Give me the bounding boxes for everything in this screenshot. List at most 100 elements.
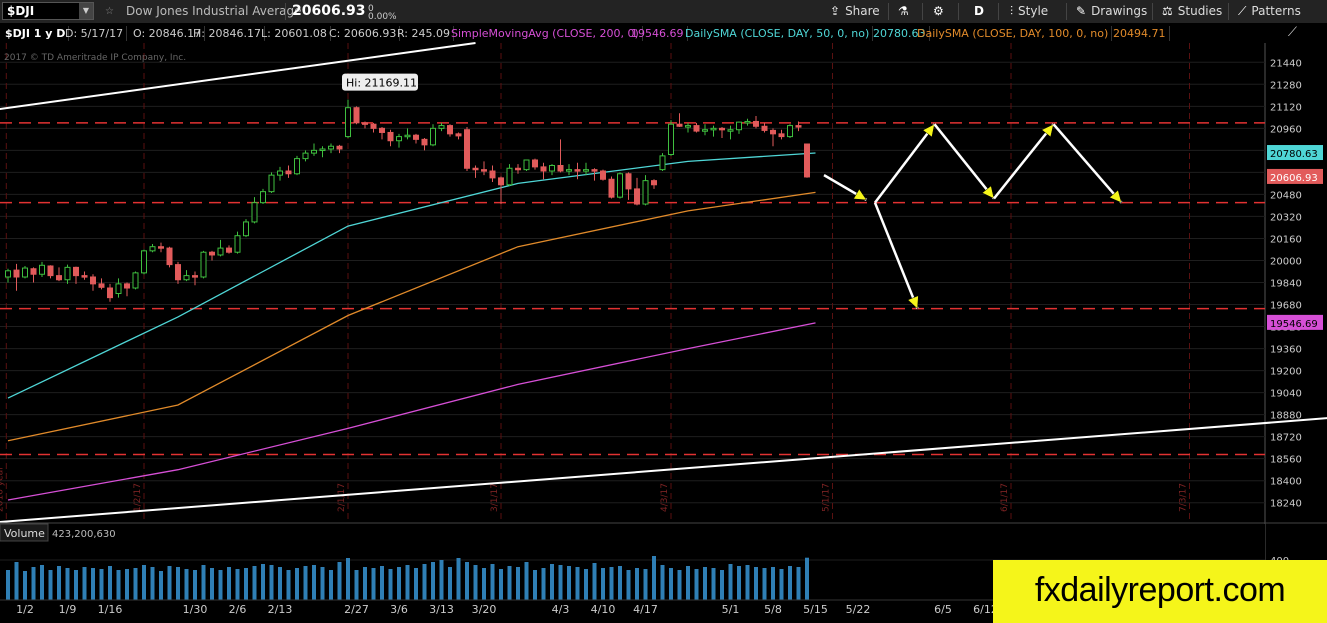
candle-body [192,275,198,278]
candle-body [39,264,45,275]
candle-body [761,125,768,131]
volume-bar [720,570,724,600]
volume-bar [65,568,70,600]
date-tick-label: 2/13 [268,603,293,616]
month-label: 3/1/17 [490,483,500,512]
price-tick-label: 18400 [1270,477,1302,488]
candle-body [744,120,751,124]
candle-body [608,178,615,198]
volume-bar [337,562,342,600]
candle-body [710,127,717,131]
candle-body [430,127,436,146]
candle-body [591,169,598,172]
month-label: 4/3/17 [660,483,670,512]
candle-body [302,152,309,160]
candle-body [73,266,79,277]
candle-body [387,131,394,142]
candle-body [183,275,190,281]
volume-bar [14,562,19,600]
candle-body [693,125,700,132]
volume-bar [754,567,758,600]
volume-bar [465,562,469,600]
date-tick-label: 4/17 [633,603,658,616]
volume-bar [805,557,809,600]
candle-body [795,125,802,128]
volume-bar [728,564,733,600]
date-tick-label: 3/20 [472,603,497,616]
candle-body [685,125,691,128]
candle-body [778,133,785,138]
volume-bar [431,562,435,600]
candle-body [770,129,776,135]
volume-bar [320,567,325,600]
candle-body [668,123,674,155]
volume-bar [218,570,223,600]
volume-bar [694,569,699,600]
candle-body [702,129,708,132]
candle-body [336,145,343,150]
candle-body [175,264,181,281]
candle-body [464,129,470,169]
candle-body [370,123,377,129]
volume-bar [601,568,605,600]
candle-body [719,127,725,131]
date-tick-label: 1/9 [59,603,77,616]
volume-bar [227,567,231,600]
price-tick-label: 21280 [1270,80,1302,91]
volume-bar [125,569,129,600]
candle-body [311,149,317,154]
volume-bar [541,568,546,600]
price-tick-label: 18560 [1270,455,1302,466]
volume-bar [643,569,648,600]
candle-body [804,143,810,178]
candle-body [557,165,564,172]
volume-bar [57,566,61,600]
volume-title: Volume [4,527,45,540]
candle-body [472,167,479,171]
date-tick-label: 5/15 [803,603,828,616]
volume-bar [405,565,410,600]
candle-body [413,134,419,140]
candle-body [294,158,300,175]
candle-body [515,167,521,171]
candle-body [251,202,258,223]
volume-bar [796,567,801,600]
volume-bar [210,568,214,600]
volume-bar [516,567,520,600]
candle-body [90,276,96,285]
volume-bar [524,562,529,600]
volume-bar [159,571,163,600]
volume-bar [295,568,299,600]
volume-bar [533,570,537,600]
candle-body [149,246,156,252]
candle-body [217,247,224,256]
volume-bar [235,569,240,600]
candle-body [642,180,649,205]
candle-body [353,107,360,124]
volume-bar [6,570,10,600]
candle-body [617,173,623,198]
month-label: 2/1/17 [337,483,347,512]
date-tick-label: 1/30 [183,603,208,616]
candle-body [396,136,402,142]
volume-bar [439,560,444,600]
candle [617,172,623,199]
candle-body [47,265,54,277]
volume-bar [482,568,486,600]
volume-bar [74,570,78,600]
candle-body [268,174,275,193]
volume-bar [261,564,265,600]
volume-bar [609,567,614,600]
candle-body [438,125,445,129]
candle-body [532,159,538,168]
candle-body [727,129,734,132]
volume-bar [779,569,784,600]
candle [608,176,615,199]
candle-body [141,250,147,274]
volume-bar [652,556,656,600]
candle [659,153,666,172]
sma50-price-tag: 20780.63 [1270,149,1318,160]
candle-body [566,169,572,172]
candle-body [625,173,632,190]
price-chart[interactable]: 1824018400185601872018880190401920019360… [0,0,1327,623]
